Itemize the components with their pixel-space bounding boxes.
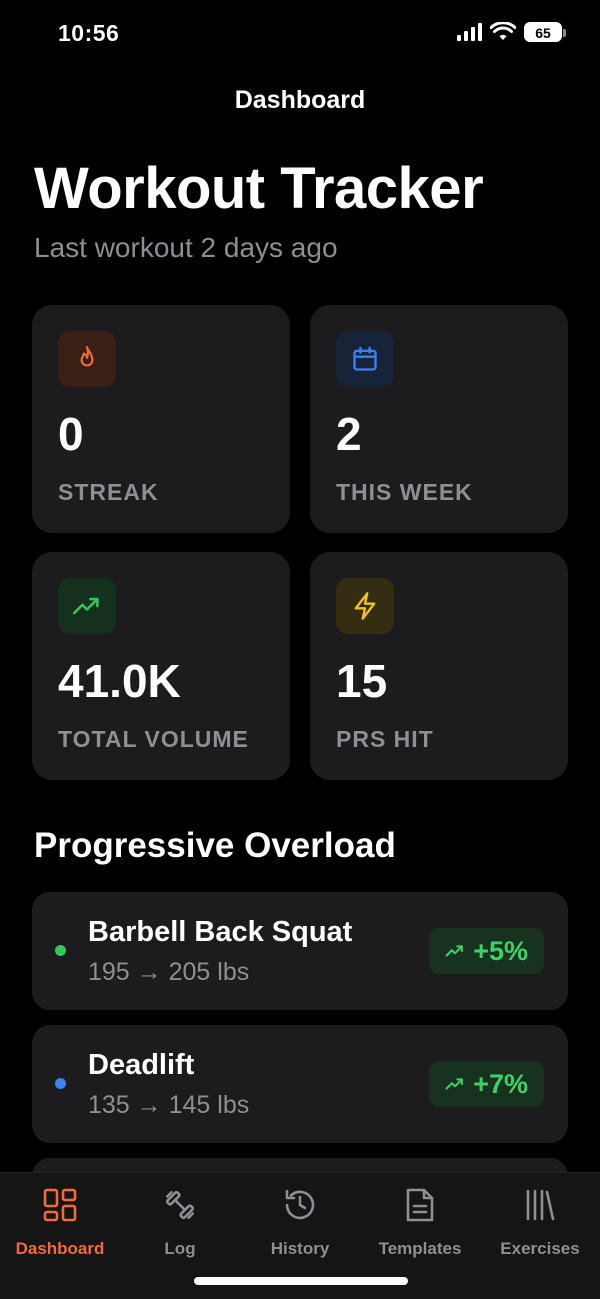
last-workout-subtitle: Last workout 2 days ago: [34, 232, 338, 263]
flame-icon: [58, 331, 116, 387]
lightning-icon: [336, 578, 394, 634]
exercise-weight-change: 135 → 145 lbs: [88, 1091, 250, 1119]
overload-item-barbell-back-squat[interactable]: Barbell Back Squat 195 → 205 lbs +5%: [32, 892, 568, 1010]
stat-value: 2: [336, 408, 362, 460]
percent-change-value: +5%: [473, 935, 528, 966]
calendar-icon: [336, 331, 394, 387]
stat-value: 41.0K: [58, 655, 181, 707]
tab-templates[interactable]: Templates: [360, 1185, 480, 1258]
battery-icon: 65: [524, 22, 566, 42]
exercise-name: Deadlift: [88, 1049, 195, 1081]
stat-card-this-week[interactable]: 2 THIS WEEK: [310, 305, 568, 533]
cellular-signal-icon: [457, 23, 482, 41]
stat-card-total-volume[interactable]: 41.0K TOTAL VOLUME: [32, 552, 290, 780]
stat-label: TOTAL VOLUME: [58, 726, 249, 752]
exercise-weight-change: 195 → 205 lbs: [88, 958, 250, 986]
stat-label: PRS HIT: [336, 726, 434, 752]
tab-history[interactable]: History: [240, 1185, 360, 1258]
stat-label: THIS WEEK: [336, 479, 473, 505]
trending-up-icon: [445, 1078, 464, 1090]
home-indicator[interactable]: [194, 1277, 408, 1285]
tab-label: History: [270, 1239, 330, 1258]
tab-label: Dashboard: [15, 1239, 105, 1258]
tab-label: Templates: [378, 1239, 462, 1258]
stat-card-prs-hit[interactable]: 15 PRS HIT: [310, 552, 568, 780]
history-clock-icon: [240, 1185, 360, 1225]
nav-title: Dashboard: [234, 86, 366, 114]
percent-change-value: +7%: [473, 1068, 528, 1099]
status-indicators: 65: [457, 22, 566, 42]
page-title: Workout Tracker: [34, 156, 484, 221]
wifi-icon: [490, 22, 516, 40]
status-time: 10:56: [58, 20, 120, 46]
status-dot: [55, 945, 66, 956]
dashboard-grid-icon: [0, 1185, 120, 1225]
overload-item-deadlift[interactable]: Deadlift 135 → 145 lbs +7%: [32, 1025, 568, 1143]
exercise-name: Barbell Back Squat: [88, 916, 353, 948]
stat-label: STREAK: [58, 479, 159, 505]
dumbbell-icon: [120, 1185, 240, 1225]
document-icon: [360, 1185, 480, 1225]
trending-up-icon: [445, 945, 464, 957]
tab-label: Log: [164, 1239, 196, 1258]
tab-label: Exercises: [500, 1239, 580, 1258]
stat-value: 0: [58, 408, 84, 460]
percent-change-badge: +5%: [429, 928, 544, 974]
status-bar: 10:56 65: [0, 0, 600, 70]
tab-exercises[interactable]: Exercises: [480, 1185, 600, 1258]
trending-up-icon: [58, 578, 116, 634]
stat-value: 15: [336, 655, 388, 707]
tab-log[interactable]: Log: [120, 1185, 240, 1258]
section-title-progressive-overload: Progressive Overload: [34, 826, 396, 865]
screen: 10:56 65 Dashboard Workout Tracker Last …: [0, 0, 600, 1299]
tab-dashboard[interactable]: Dashboard: [0, 1185, 120, 1258]
battery-level: 65: [535, 25, 551, 41]
library-icon: [480, 1185, 600, 1225]
percent-change-badge: +7%: [429, 1061, 544, 1107]
status-dot: [55, 1078, 66, 1089]
stat-card-streak[interactable]: 0 STREAK: [32, 305, 290, 533]
